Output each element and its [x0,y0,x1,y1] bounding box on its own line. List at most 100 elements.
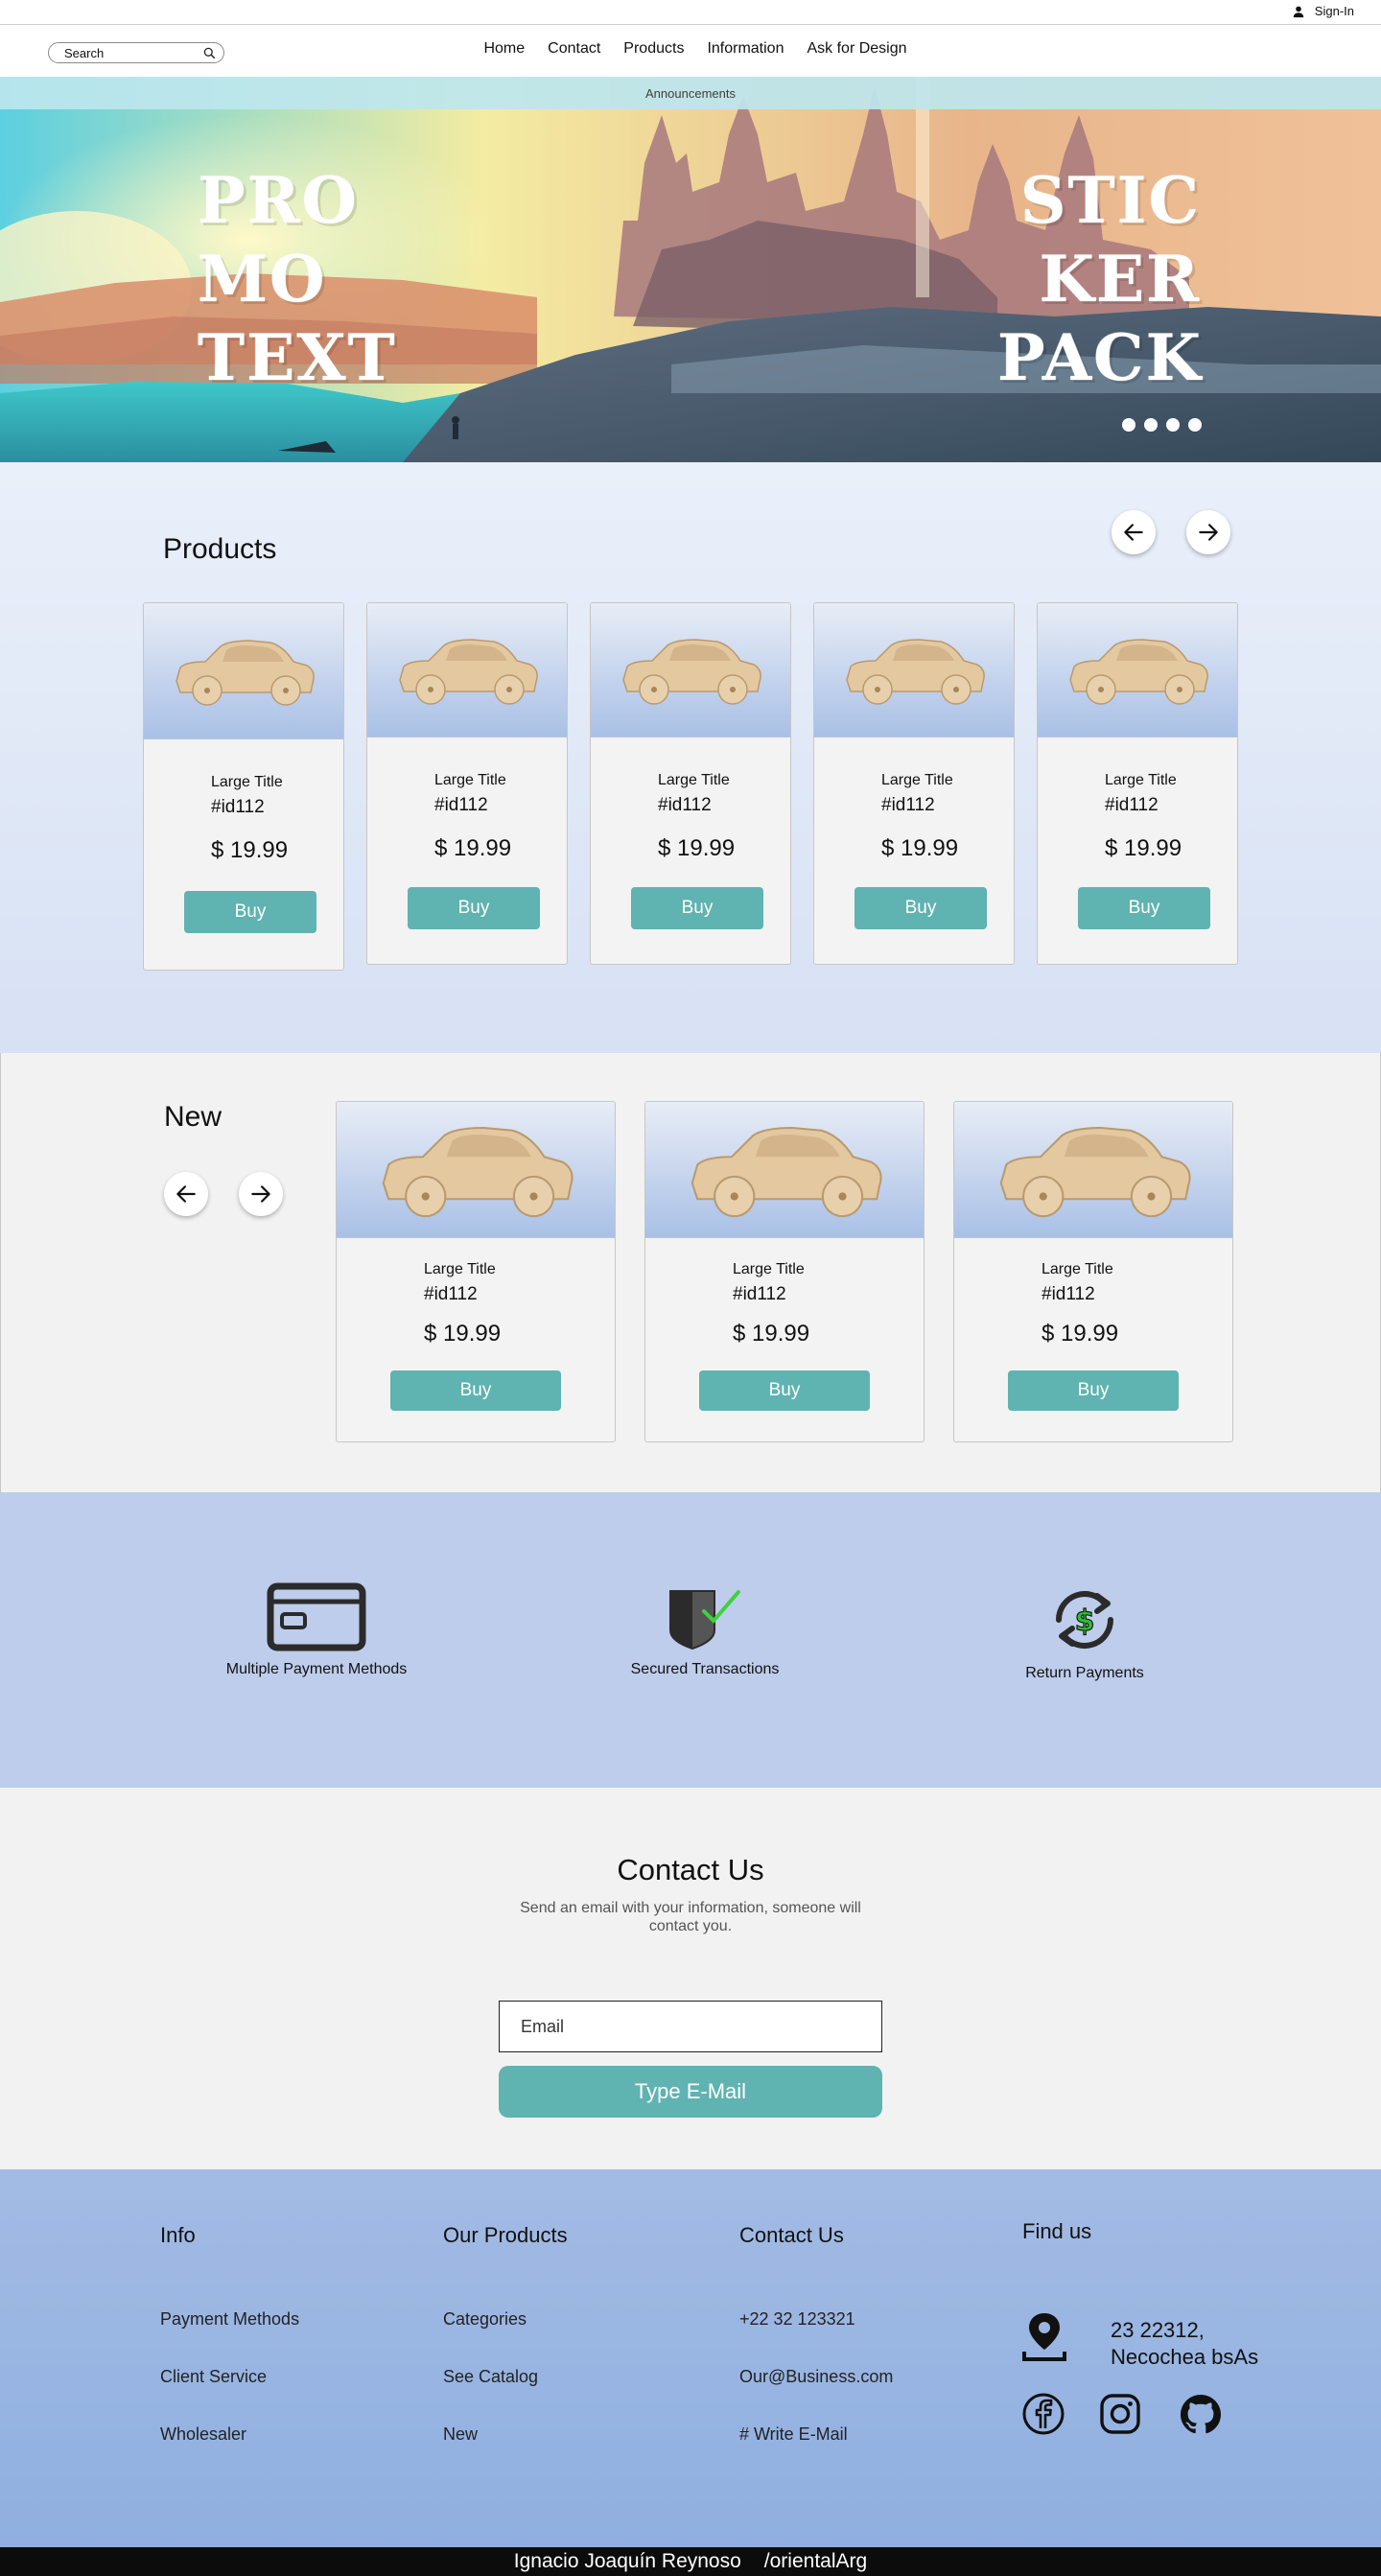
product-card[interactable]: Large Title #id112 $ 19.99 Buy [1037,602,1238,965]
toy-car-icon [1069,638,1208,705]
credit-card-icon [267,1582,366,1651]
product-image [814,603,1014,738]
footer-info-title: Info [160,2223,196,2247]
product-card[interactable]: Large Title #id112 $ 19.99 Buy [813,602,1015,965]
promo-line: MO [198,242,327,316]
products-section: Products Large Title #id112 $ 19.99 Buy … [0,462,1381,1053]
nav-contact[interactable]: Contact [548,40,600,58]
product-title: Large Title [1042,1261,1113,1277]
hero-banner: PRO MO TEXT STIC KER PACK [0,77,1381,462]
credits-handle[interactable]: /orientalArg [764,2550,867,2573]
new-product-card[interactable]: Large Title #id112 $ 19.99 Buy [336,1101,616,1442]
nav-products[interactable]: Products [623,40,684,58]
carousel-dot[interactable] [1166,418,1180,432]
product-price: $ 19.99 [211,837,289,863]
type-email-button[interactable]: Type E-Mail [499,2066,882,2118]
credits-author: Ignacio Joaquín Reynoso [513,2550,741,2572]
features-section: Multiple Payment Methods Secured Transac… [0,1492,1381,1788]
facebook-icon[interactable] [1021,2392,1065,2436]
new-next-button[interactable] [239,1172,283,1216]
nav-information[interactable]: Information [707,40,784,58]
nav-home[interactable]: Home [483,40,525,58]
new-prev-button[interactable] [164,1172,208,1216]
feature-return-payments: $ Return Payments [970,1582,1200,1682]
product-image [144,603,343,739]
sign-in-link[interactable]: Sign-In [1292,4,1354,18]
buy-button[interactable]: Buy [390,1370,561,1411]
product-id: #id112 [434,795,488,815]
footer-link-new[interactable]: New [443,2424,478,2445]
announcement-text: Announcements [645,85,736,101]
top-bar: Sign-In [0,0,1381,25]
promo-line: TEXT [198,320,397,395]
nav-ask-for-design[interactable]: Ask for Design [807,40,906,58]
address: 23 22312, Necochea bsAs [1111,2317,1258,2371]
product-title: Large Title [1105,772,1177,788]
product-card[interactable]: Large Title #id112 $ 19.99 Buy [143,602,344,971]
product-image [645,1102,924,1238]
product-id: #id112 [211,797,265,817]
toy-car-icon [846,638,985,705]
footer-link-payment-methods[interactable]: Payment Methods [160,2309,299,2330]
buy-button[interactable]: Buy [699,1370,870,1411]
new-product-card[interactable]: Large Title #id112 $ 19.99 Buy [953,1101,1233,1442]
carousel-dot[interactable] [1144,418,1158,432]
buy-button[interactable]: Buy [184,891,316,933]
promo-line: PRO [198,163,359,238]
feature-label: Return Payments [1025,1665,1144,1681]
product-price: $ 19.99 [1042,1321,1119,1347]
buy-button[interactable]: Buy [854,887,987,929]
footer-phone[interactable]: +22 32 123321 [739,2309,855,2330]
github-icon[interactable] [1179,2392,1223,2436]
buy-button[interactable]: Buy [631,887,763,929]
product-price: $ 19.99 [434,835,512,861]
buy-button[interactable]: Buy [1008,1370,1179,1411]
feature-label: Multiple Payment Methods [225,1661,408,1677]
instagram-icon[interactable] [1098,2392,1142,2436]
email-field[interactable] [499,2001,882,2052]
buy-button[interactable]: Buy [1078,887,1210,929]
carousel-dots [1122,418,1202,432]
footer-link-see-catalog[interactable]: See Catalog [443,2367,538,2387]
toy-car-icon [176,639,315,706]
announcement-bar: Announcements [0,77,1381,109]
footer-link-wholesaler[interactable]: Wholesaler [160,2424,246,2445]
product-price: $ 19.99 [733,1321,810,1347]
product-card[interactable]: Large Title #id112 $ 19.99 Buy [366,602,568,965]
carousel-dot[interactable] [1122,418,1135,432]
toy-car-icon [999,1126,1191,1217]
new-product-card[interactable]: Large Title #id112 $ 19.99 Buy [644,1101,925,1442]
product-title: Large Title [658,772,730,788]
footer-link-categories[interactable]: Categories [443,2309,527,2330]
product-id: #id112 [424,1284,478,1304]
buy-button[interactable]: Buy [408,887,540,929]
promo-text: PRO MO TEXT [198,161,397,397]
products-next-button[interactable] [1186,510,1230,554]
address-line: Necochea bsAs [1111,2345,1259,2369]
feature-secured-transactions: Secured Transactions [590,1582,820,1678]
footer-products-title: Our Products [443,2223,568,2247]
contact-section: Contact Us Send an email with your infor… [0,1788,1381,2169]
toy-car-icon [622,638,761,705]
new-title: New [164,1101,222,1133]
product-image [1038,603,1237,738]
new-section: New Large Title #id112 $ 19.99 Buy Large… [0,1053,1381,1492]
user-icon [1293,6,1304,17]
product-id: #id112 [733,1284,786,1304]
product-id: #id112 [1105,795,1159,815]
product-price: $ 19.99 [658,835,736,861]
sticker-line: STIC [1019,163,1201,238]
footer-link-client-service[interactable]: Client Service [160,2367,267,2387]
product-card[interactable]: Large Title #id112 $ 19.99 Buy [590,602,791,965]
arrow-right-icon [251,1185,270,1203]
svg-text:$: $ [1075,1604,1095,1638]
products-prev-button[interactable] [1112,510,1156,554]
product-id: #id112 [881,795,935,815]
carousel-dot[interactable] [1188,418,1202,432]
product-price: $ 19.99 [424,1321,502,1347]
product-image [337,1102,615,1238]
footer-write-email[interactable]: # Write E-Mail [739,2424,848,2445]
product-title: Large Title [424,1261,496,1277]
footer-email[interactable]: Our@Business.com [739,2367,893,2387]
sticker-pack-text: STIC KER PACK [997,161,1201,397]
